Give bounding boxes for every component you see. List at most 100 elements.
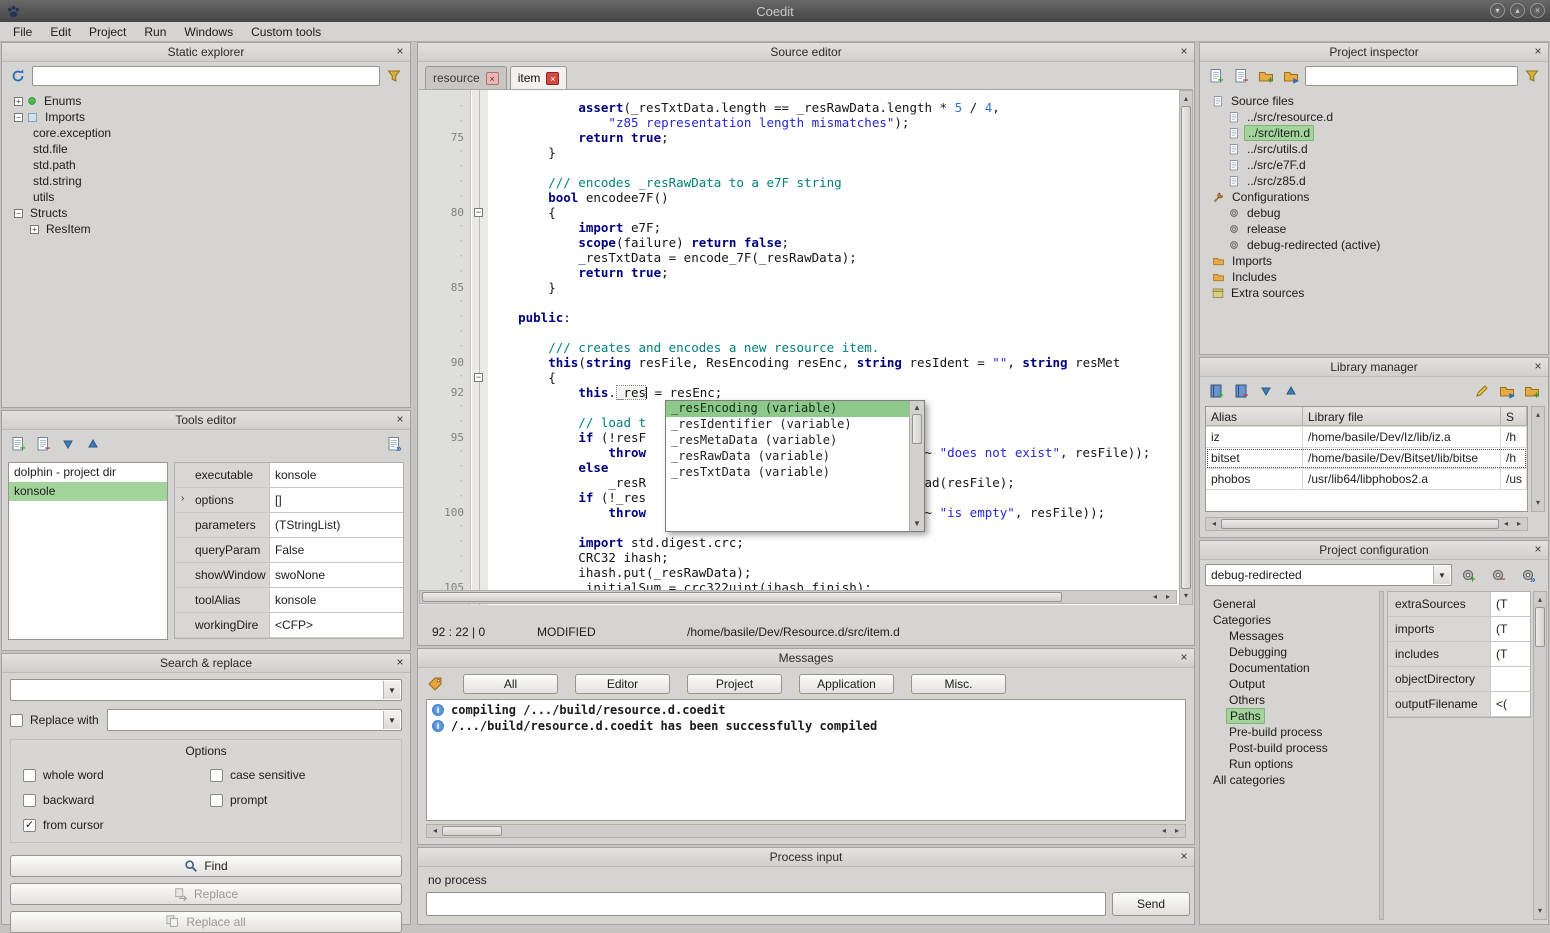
close-icon[interactable]: × [1177, 651, 1191, 665]
library-vertical-scrollbar[interactable]: ▴▾ [1531, 406, 1545, 512]
column-header-alias[interactable]: Alias [1206, 407, 1303, 426]
fold-marker-icon[interactable]: − [474, 208, 483, 217]
project-node-includes[interactable]: Includes [1206, 269, 1548, 285]
property-row-workingdire[interactable]: workingDire<CFP> [175, 613, 403, 638]
send-button[interactable]: Send [1112, 892, 1190, 916]
config-category-paths[interactable]: Paths [1204, 708, 1374, 724]
chevron-down-icon[interactable]: ▼ [383, 681, 400, 699]
code-line[interactable]: · return true; [419, 265, 1178, 280]
project-node-release[interactable]: release [1206, 221, 1548, 237]
messages-tab-project[interactable]: Project [687, 674, 782, 694]
add-config-icon[interactable]: + [1457, 564, 1479, 586]
property-row-options[interactable]: options›[] [175, 488, 403, 513]
config-category-others[interactable]: Others [1204, 692, 1374, 708]
add-tool-icon[interactable]: + [7, 433, 29, 455]
project-node-src-resource-d[interactable]: ../src/resource.d [1206, 109, 1548, 125]
property-row-includes[interactable]: includes(T [1388, 642, 1530, 667]
property-row-extrasources[interactable]: extraSources(T [1388, 592, 1530, 617]
code-line[interactable]: · ihash.put(_resRawData); [419, 565, 1178, 580]
checkbox-prompt[interactable]: prompt [210, 793, 397, 807]
edit-library-icon[interactable] [1471, 380, 1493, 402]
add-folder-icon[interactable]: + [1521, 380, 1543, 402]
message-category-icon[interactable] [424, 673, 446, 695]
code-line[interactable]: · scope(failure) return false; [419, 235, 1178, 250]
close-icon[interactable]: × [1531, 360, 1545, 374]
replace-button[interactable]: Replace [10, 883, 402, 905]
tab-close-icon[interactable]: × [546, 72, 559, 85]
code-line[interactable]: 85 } [419, 280, 1178, 295]
open-folder-icon[interactable]: ▸ [1280, 65, 1302, 87]
close-icon[interactable]: × [1531, 543, 1545, 557]
unshade-button[interactable]: ▴ [1510, 3, 1525, 18]
config-category-documentation[interactable]: Documentation [1204, 660, 1374, 676]
collapse-icon[interactable]: − [14, 113, 23, 122]
replace-with-checkbox[interactable]: Replace with [10, 713, 99, 727]
close-icon[interactable]: × [393, 413, 407, 427]
open-folder-icon[interactable]: ▸ [1496, 380, 1518, 402]
project-node-src-e7f-d[interactable]: ../src/e7F.d [1206, 157, 1548, 173]
code-editor[interactable]: · assert(_resTxtData.length == _resRawDa… [419, 90, 1193, 605]
add-library-icon[interactable]: + [1205, 380, 1227, 402]
project-node-src-utils-d[interactable]: ../src/utils.d [1206, 141, 1548, 157]
clone-config-icon[interactable]: » [1517, 564, 1539, 586]
code-line[interactable]: 80− { [419, 205, 1178, 220]
move-up-icon[interactable] [82, 433, 104, 455]
process-input-field[interactable] [426, 892, 1106, 916]
add-folder-icon[interactable]: + [1255, 65, 1277, 87]
code-line[interactable]: · [419, 295, 1178, 310]
messages-tab-misc[interactable]: Misc. [911, 674, 1006, 694]
tool-item-konsole[interactable]: konsole [9, 482, 167, 501]
checkbox-from-cursor[interactable]: ✓from cursor [23, 818, 210, 832]
code-line[interactable]: · [419, 325, 1178, 340]
tab-close-icon[interactable]: × [486, 72, 499, 85]
menu-windows[interactable]: Windows [175, 23, 242, 41]
expand-icon[interactable]: + [14, 97, 23, 106]
project-node-debug-redirected-active[interactable]: debug-redirected (active) [1206, 237, 1548, 253]
popup-scrollbar[interactable]: ▲▼ [909, 401, 924, 531]
completion-item-restxtdata-variable[interactable]: _resTxtData (variable) [666, 465, 909, 481]
remove-library-icon[interactable]: − [1230, 380, 1252, 402]
property-row-toolalias[interactable]: toolAliaskonsole [175, 588, 403, 613]
menu-custom-tools[interactable]: Custom tools [242, 23, 330, 41]
column-header-library-file[interactable]: Library file [1303, 407, 1501, 426]
config-category-post-build-process[interactable]: Post-build process [1204, 740, 1374, 756]
close-icon[interactable]: × [1177, 850, 1191, 864]
remove-tool-icon[interactable]: − [32, 433, 54, 455]
symbol-std-string[interactable]: std.string [8, 173, 410, 189]
close-icon[interactable]: × [393, 45, 407, 59]
completion-item-resrawdata-variable[interactable]: _resRawData (variable) [666, 449, 909, 465]
editor-vertical-scrollbar[interactable]: ▴▾ [1179, 90, 1193, 605]
code-line[interactable]: 90 this(string resFile, ResEncoding resE… [419, 355, 1178, 370]
library-row-phobos[interactable]: phobos/usr/lib64/libphobos2.a/us [1206, 469, 1527, 490]
config-category-output[interactable]: Output [1204, 676, 1374, 692]
fold-marker-icon[interactable]: − [474, 373, 483, 382]
config-category-all-categories[interactable]: All categories [1204, 772, 1374, 788]
property-row-queryparam[interactable]: queryParamFalse [175, 538, 403, 563]
symbol-core-exception[interactable]: core.exception [8, 125, 410, 141]
project-node-imports[interactable]: Imports [1206, 253, 1548, 269]
project-node-extra-sources[interactable]: Extra sources [1206, 285, 1548, 301]
find-button[interactable]: Find [10, 855, 402, 877]
remove-file-icon[interactable]: − [1230, 65, 1252, 87]
move-down-icon[interactable] [57, 433, 79, 455]
code-line[interactable]: · /// encodes _resRawData to a e7F strin… [419, 175, 1178, 190]
symbol-search-input[interactable] [32, 66, 380, 86]
replace-all-button[interactable]: Replace all [10, 911, 402, 933]
tool-item-dolphin-project-dir[interactable]: dolphin - project dir [9, 463, 167, 482]
menu-run[interactable]: Run [135, 23, 175, 41]
close-icon[interactable]: × [393, 656, 407, 670]
filter-icon[interactable] [383, 65, 405, 87]
refresh-icon[interactable] [7, 65, 29, 87]
close-icon[interactable]: × [1177, 45, 1191, 59]
menu-edit[interactable]: Edit [41, 23, 80, 41]
symbol-resitem[interactable]: +ResItem [8, 221, 410, 237]
move-up-icon[interactable] [1280, 380, 1302, 402]
project-node-source-files[interactable]: Source files [1206, 93, 1548, 109]
code-line[interactable]: · import e7F; [419, 220, 1178, 235]
messages-horizontal-scrollbar[interactable]: ◂◂▸ [426, 824, 1186, 838]
config-category-general[interactable]: General [1204, 596, 1374, 612]
menu-file[interactable]: File [4, 23, 41, 41]
code-line[interactable]: · _resTxtData = encode_7F(_resRawData); [419, 250, 1178, 265]
search-term-combobox[interactable]: ▼ [10, 679, 402, 701]
expand-property-icon[interactable]: › [181, 493, 184, 504]
